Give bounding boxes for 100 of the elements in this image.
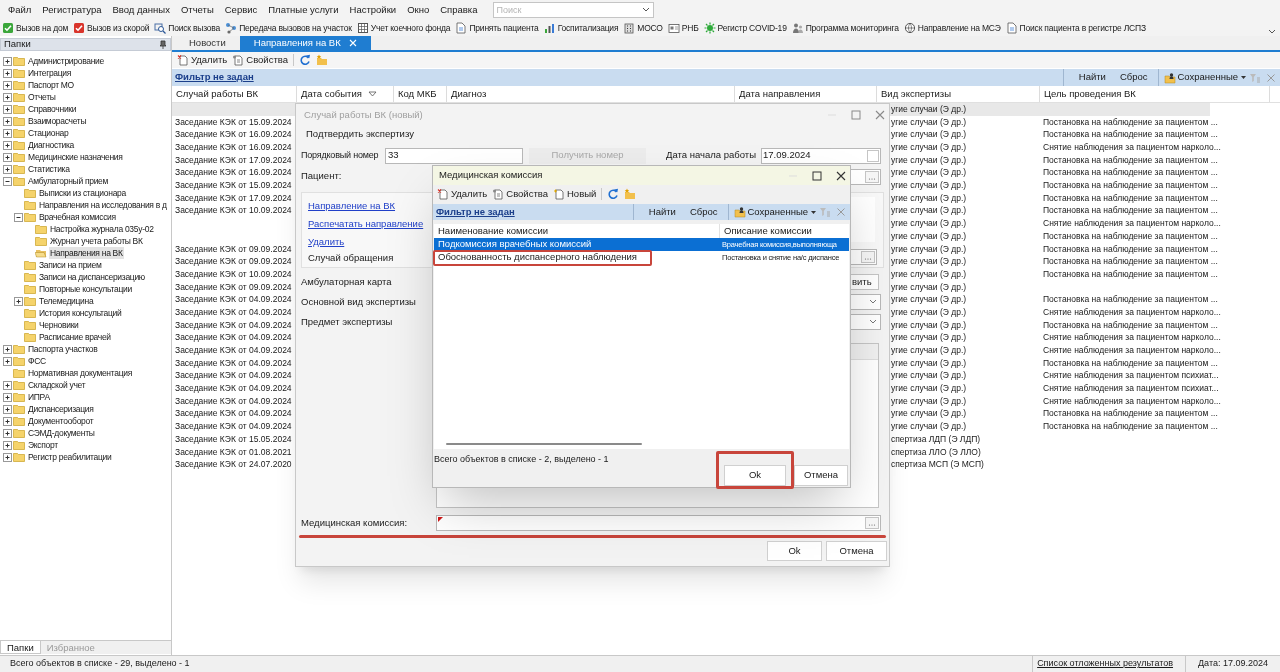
expand-toggle-icon[interactable] <box>3 344 12 354</box>
tree-item[interactable]: Медицинские назначения <box>27 150 124 164</box>
tree-item[interactable]: Повторные консультации <box>38 282 133 296</box>
column-header[interactable]: Случай работы ВК <box>172 86 297 102</box>
link[interactable]: Направление на ВК <box>308 198 396 214</box>
tree-item[interactable]: Настройка журнала 035у-02 <box>49 222 155 236</box>
tree-item[interactable]: Документооборот <box>27 414 95 428</box>
toolbar-button[interactable]: Вызов из скорой <box>73 21 150 35</box>
dialog-button[interactable]: Отмена <box>826 541 887 561</box>
tree-item[interactable]: Статистика <box>27 162 71 176</box>
tree-item[interactable]: Телемедицина <box>38 294 95 308</box>
expand-toggle-icon[interactable] <box>3 428 12 438</box>
close-icon[interactable] <box>836 170 846 181</box>
tree-item[interactable]: Направления на исследования в д <box>38 198 168 212</box>
menu-item[interactable]: Ввод данных <box>107 2 175 18</box>
column-header[interactable]: Цель проведения ВК <box>1040 86 1270 102</box>
filter-action-button[interactable]: Найти <box>641 204 683 220</box>
overflow-chevron-icon[interactable] <box>1268 29 1276 35</box>
toolbar-button[interactable]: Поиск пациента в регистре ЛСПЗ <box>1005 21 1146 35</box>
expand-toggle-icon[interactable] <box>3 452 12 462</box>
refresh-icon[interactable] <box>607 188 620 200</box>
filter-action-button[interactable]: Сброс <box>1112 70 1155 85</box>
column-header[interactable]: Описание комиссии <box>720 224 816 238</box>
filter-link[interactable]: Фильтр не задан <box>433 204 518 220</box>
input-field[interactable]: 33 <box>385 147 523 164</box>
tree-item[interactable]: История консультаций <box>38 306 123 320</box>
tree-item[interactable]: Журнал учета работы ВК <box>49 234 144 248</box>
column-header[interactable]: Вид экспертизы <box>877 86 1040 102</box>
toolbar-button[interactable]: Принять пациента <box>455 21 539 35</box>
tree-item[interactable]: Амбулаторный прием <box>27 174 110 188</box>
tree-item[interactable]: Регистр реабилитации <box>27 450 113 464</box>
expand-toggle-icon[interactable] <box>14 212 23 222</box>
menu-item[interactable]: Настройки <box>344 2 402 18</box>
tree-item[interactable]: Паспорт МО <box>27 78 75 92</box>
tree-item[interactable]: Выписки из стационара <box>38 186 127 200</box>
expand-toggle-icon[interactable] <box>3 416 12 426</box>
tree-item[interactable]: Экспорт <box>27 438 59 452</box>
menu-item[interactable]: Платные услуги <box>263 2 344 18</box>
expand-toggle-icon[interactable] <box>3 176 12 186</box>
link[interactable]: Удалить <box>308 234 345 250</box>
tree-item[interactable]: Диспансеризация <box>27 402 95 416</box>
menu-item[interactable]: Сервис <box>219 2 263 18</box>
expand-toggle-icon[interactable] <box>3 68 12 78</box>
tree-item[interactable]: СЭМД-документы <box>27 426 96 440</box>
expand-toggle-icon[interactable] <box>14 296 23 306</box>
expand-toggle-icon[interactable] <box>3 128 12 138</box>
expand-toggle-icon[interactable] <box>3 116 12 126</box>
toolbar-button[interactable]: РНБ <box>667 21 699 35</box>
toolbar-button[interactable]: Поиск вызова <box>154 21 221 35</box>
document-tab[interactable]: Направления на ВК <box>239 36 371 50</box>
tree-item[interactable]: Записи на прием <box>38 258 103 272</box>
toolbar-button[interactable]: Направление на МСЭ <box>903 21 1001 35</box>
menu-item[interactable]: Файл <box>3 2 37 18</box>
menu-item[interactable]: Окно <box>402 2 435 18</box>
toolbar-button[interactable]: Учет коечного фонда <box>356 21 451 35</box>
toolbar-button[interactable]: Передача вызовов на участок <box>225 21 352 35</box>
saved-filters-button[interactable]: Сохраненные <box>1161 70 1249 85</box>
dialog-button[interactable]: Ok <box>767 541 822 561</box>
cancel-button[interactable]: Отмена <box>794 465 848 486</box>
expand-toggle-icon[interactable] <box>3 440 12 450</box>
folder-star-icon[interactable] <box>624 188 637 200</box>
column-header[interactable]: Диагноз <box>447 86 735 102</box>
menu-item[interactable]: Регистратура <box>37 2 107 18</box>
filter-action-button[interactable]: Найти <box>1071 70 1113 85</box>
tree-item[interactable]: Стационар <box>27 126 70 140</box>
tree-item[interactable]: Взаиморасчеты <box>27 114 88 128</box>
tree-item[interactable]: Нормативная документация <box>27 366 133 380</box>
expand-toggle-icon[interactable] <box>3 404 12 414</box>
tree-item[interactable]: ФСС <box>27 354 47 368</box>
folder-star-icon[interactable] <box>316 54 328 66</box>
status-link[interactable]: Список отложенных результатов <box>1032 656 1177 672</box>
tree-item[interactable]: Врачебная комиссия <box>38 210 117 224</box>
search-field[interactable]: Поиск <box>492 2 654 18</box>
pin-icon[interactable] <box>159 40 167 49</box>
toolbar-button[interactable]: МОСО <box>623 21 663 35</box>
expand-toggle-icon[interactable] <box>3 92 12 102</box>
expand-toggle-icon[interactable] <box>3 380 12 390</box>
expand-toggle-icon[interactable] <box>3 392 12 402</box>
tree-item[interactable]: Диагностика <box>27 138 75 152</box>
maximize-icon[interactable] <box>812 170 822 181</box>
tree-item[interactable]: Направления на ВК <box>49 246 124 260</box>
expand-toggle-icon[interactable] <box>3 356 12 366</box>
tree-item[interactable]: ИПРА <box>27 390 51 404</box>
saved-filters-button[interactable]: Сохраненные <box>731 204 819 220</box>
filter-link[interactable]: Фильтр не задан <box>172 70 257 85</box>
expand-toggle-icon[interactable] <box>3 164 12 174</box>
expand-toggle-icon[interactable] <box>3 80 12 90</box>
ok-button[interactable]: Ok <box>724 465 786 486</box>
add-button[interactable]: вить <box>849 274 879 290</box>
toolbar-button[interactable]: Регистр COVID-19 <box>703 21 787 35</box>
expand-toggle-icon[interactable] <box>3 140 12 150</box>
column-header[interactable]: Дата события <box>297 86 394 102</box>
dropdown-chevron-icon[interactable] <box>640 6 651 14</box>
tree-item[interactable]: Интеграция <box>27 66 73 80</box>
toolbar-button[interactable]: Удалить <box>177 52 228 68</box>
confirm-button[interactable]: Подтвердить экспертизу <box>302 126 418 142</box>
tree-item[interactable]: Администрирование <box>27 54 105 68</box>
column-header[interactable]: Код МКБ <box>394 86 447 102</box>
horizontal-scrollbar[interactable] <box>446 443 642 445</box>
expand-toggle-icon[interactable] <box>3 56 12 66</box>
